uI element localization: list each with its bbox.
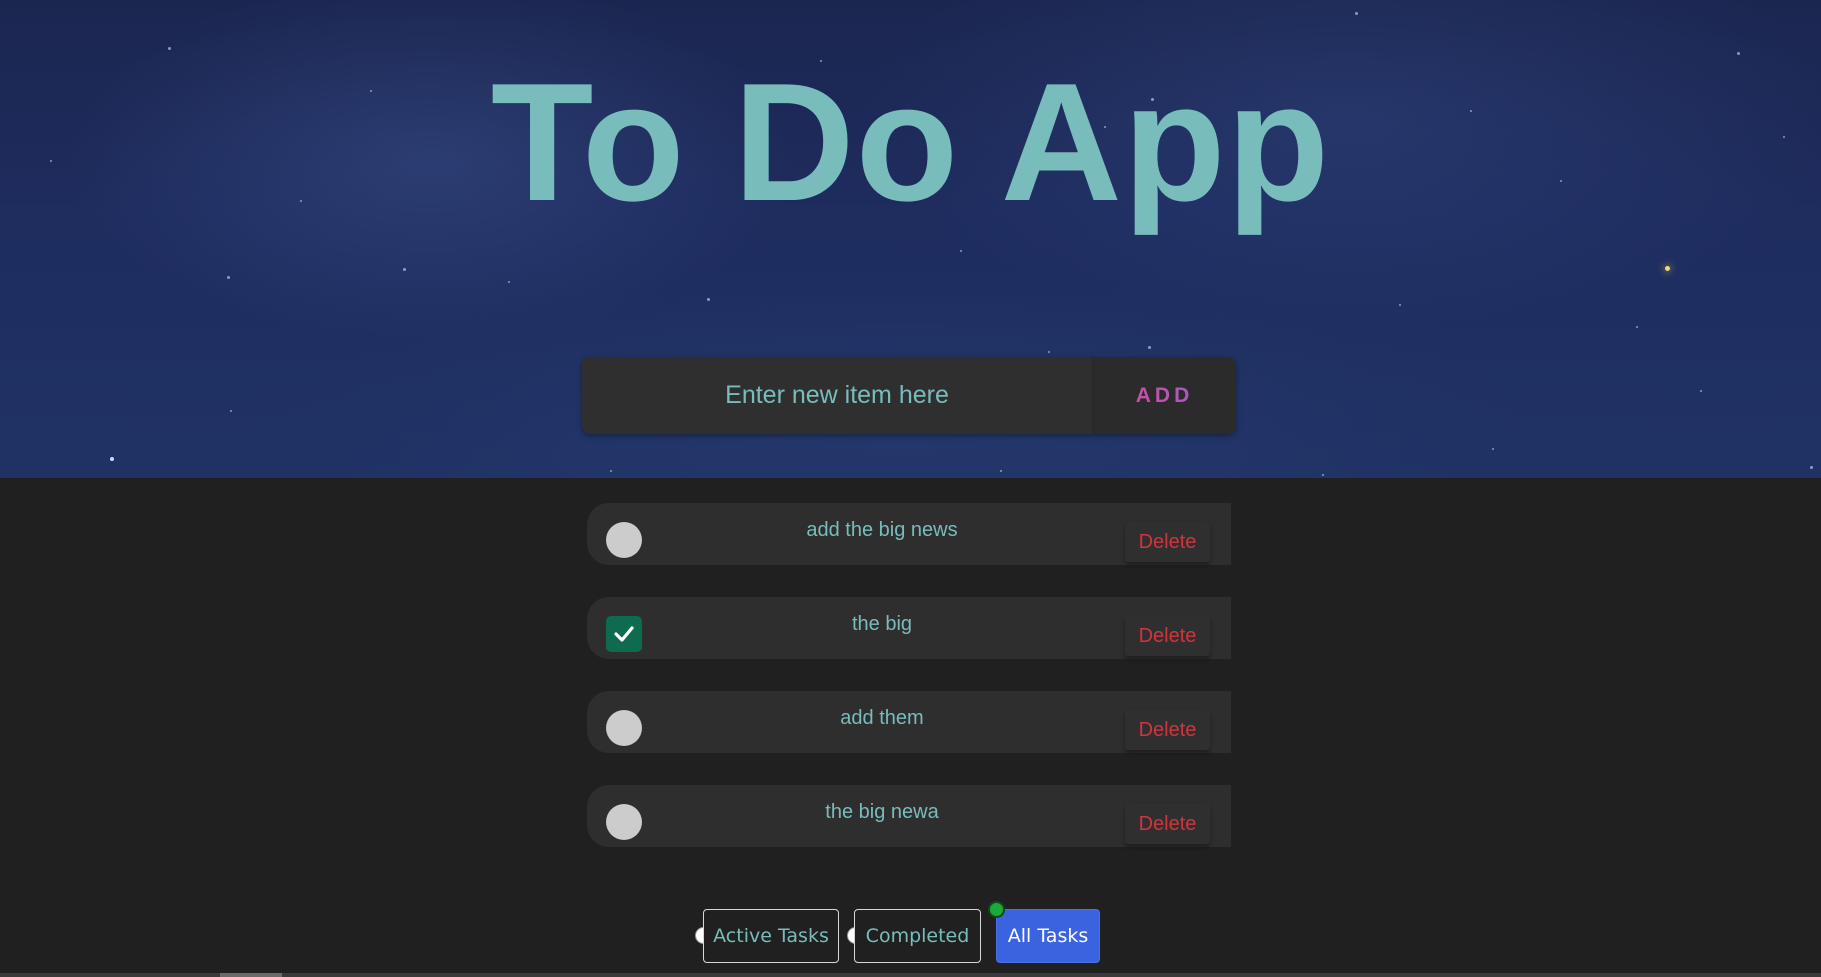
star — [1000, 470, 1002, 472]
delete-button[interactable]: Delete — [1125, 710, 1210, 750]
add-button-container: ADD — [1092, 357, 1236, 434]
add-button[interactable]: ADD — [1092, 357, 1236, 434]
filter-active-tasks-button[interactable]: Active Tasks — [703, 909, 839, 963]
star — [227, 276, 230, 279]
star — [508, 281, 510, 283]
star — [610, 470, 612, 472]
task-text: the big — [851, 613, 913, 635]
star — [230, 410, 232, 412]
star — [1492, 448, 1494, 450]
star — [1322, 474, 1324, 476]
horizontal-scrollbar-thumb[interactable] — [220, 973, 282, 977]
star — [1399, 304, 1401, 306]
star — [1737, 52, 1740, 55]
star — [1636, 326, 1638, 328]
all-tasks-radio[interactable] — [988, 901, 1005, 918]
star — [1148, 346, 1151, 349]
star — [1700, 390, 1702, 392]
star — [110, 457, 114, 461]
app-title: To Do App — [490, 48, 1331, 236]
star — [168, 47, 171, 50]
task-item: add the big news Delete — [587, 503, 1231, 565]
task-item: the big newa Delete — [587, 785, 1231, 847]
star — [1355, 12, 1358, 15]
delete-button[interactable]: Delete — [1125, 616, 1210, 656]
star — [1048, 351, 1050, 353]
star — [707, 298, 710, 301]
star — [1665, 266, 1670, 271]
task-text: add them — [840, 707, 924, 729]
task-item: the big Delete — [587, 597, 1231, 659]
star — [403, 268, 406, 271]
delete-button[interactable]: Delete — [1125, 804, 1210, 844]
task-text: the big newa — [825, 801, 939, 823]
task-text: add the big news — [806, 519, 958, 541]
new-item-input[interactable] — [582, 357, 1092, 434]
filter-all-tasks-button[interactable]: All Tasks — [996, 909, 1100, 963]
add-item-bar: ADD — [582, 357, 1236, 434]
filter-bar: Active Tasks Completed All Tasks — [0, 901, 1821, 963]
filter-completed-button[interactable]: Completed — [854, 909, 981, 963]
task-list: add the big news Delete the big Delete a… — [587, 503, 1231, 879]
task-item: add them Delete — [587, 691, 1231, 753]
delete-button[interactable]: Delete — [1125, 522, 1210, 562]
star — [960, 250, 962, 252]
star — [1810, 466, 1813, 469]
starry-header-background: To Do App ADD — [0, 0, 1821, 478]
